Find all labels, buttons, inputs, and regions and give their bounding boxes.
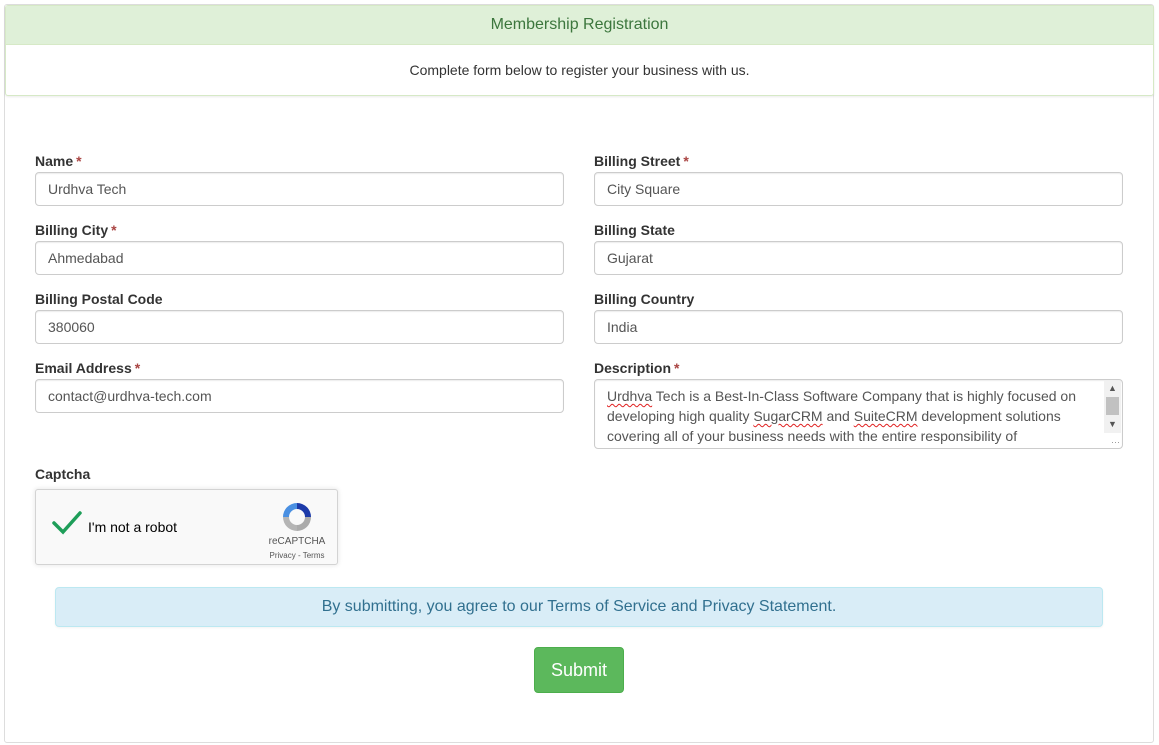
scroll-down-arrow-icon[interactable]: ▼ <box>1104 417 1121 431</box>
terms-notice: By submitting, you agree to our Terms of… <box>55 587 1103 627</box>
spellcheck-word: Urdhva <box>607 388 653 404</box>
submit-button[interactable]: Submit <box>534 647 624 693</box>
email-label: Email Address * <box>35 360 141 376</box>
spellcheck-word: SugarCRM <box>753 408 823 424</box>
email-input[interactable] <box>35 379 564 413</box>
billing-street-label: Billing Street * <box>594 153 689 169</box>
required-marker: * <box>134 360 141 376</box>
captcha-field: Captcha <box>35 465 90 485</box>
billing-postal-code-input[interactable] <box>35 310 564 344</box>
billing-city-field: Billing City * <box>35 221 564 275</box>
checkmark-icon[interactable] <box>52 510 82 536</box>
name-field: Name * <box>35 152 564 206</box>
billing-postal-code-field: Billing Postal Code <box>35 290 564 344</box>
description-text: Urdhva Tech is a Best-In-Class Software … <box>607 388 1076 444</box>
description-textarea[interactable]: Urdhva Tech is a Best-In-Class Software … <box>594 379 1123 449</box>
billing-state-input[interactable] <box>594 241 1123 275</box>
billing-state-label: Billing State <box>594 222 675 238</box>
panel-title: Membership Registration <box>6 6 1153 45</box>
billing-city-input[interactable] <box>35 241 564 275</box>
description-label: Description * <box>594 360 680 376</box>
resize-grip-icon[interactable]: ⋯ <box>1111 438 1120 447</box>
required-marker: * <box>674 360 680 376</box>
required-marker: * <box>683 153 689 169</box>
textarea-scrollbar[interactable]: ▲ ▼ <box>1104 381 1121 433</box>
recaptcha-brand: reCAPTCHA <box>268 536 326 547</box>
required-marker: * <box>111 222 117 238</box>
email-field: Email Address * <box>35 359 564 413</box>
required-marker: * <box>76 153 82 169</box>
name-label: Name * <box>35 153 82 169</box>
captcha-checkbox-label[interactable]: I'm not a robot <box>88 519 177 535</box>
privacy-link[interactable]: Privacy <box>270 551 296 560</box>
captcha-label: Captcha <box>35 466 91 482</box>
spellcheck-word: SuiteCRM <box>853 408 918 424</box>
billing-postal-code-label: Billing Postal Code <box>35 291 163 307</box>
billing-country-field: Billing Country <box>594 290 1123 344</box>
billing-street-input[interactable] <box>594 172 1123 206</box>
billing-country-input[interactable] <box>594 310 1123 344</box>
registration-panel: Membership Registration Complete form be… <box>5 5 1154 96</box>
terms-link[interactable]: Terms <box>303 551 325 560</box>
recaptcha-widget: I'm not a robot reCAPTCHA Privacy - Term… <box>35 489 338 565</box>
panel-subtitle: Complete form below to register your bus… <box>409 62 750 78</box>
billing-country-label: Billing Country <box>594 291 695 307</box>
recaptcha-links: Privacy - Terms <box>269 551 325 560</box>
scroll-up-arrow-icon[interactable]: ▲ <box>1104 381 1121 395</box>
billing-city-label: Billing City * <box>35 222 117 238</box>
billing-state-field: Billing State <box>594 221 1123 275</box>
name-input[interactable] <box>35 172 564 206</box>
description-field: Description * Urdhva Tech is a Best-In-Cl… <box>594 359 1123 449</box>
scroll-thumb[interactable] <box>1106 397 1119 415</box>
billing-street-field: Billing Street * <box>594 152 1123 206</box>
recaptcha-logo-icon <box>283 503 311 531</box>
